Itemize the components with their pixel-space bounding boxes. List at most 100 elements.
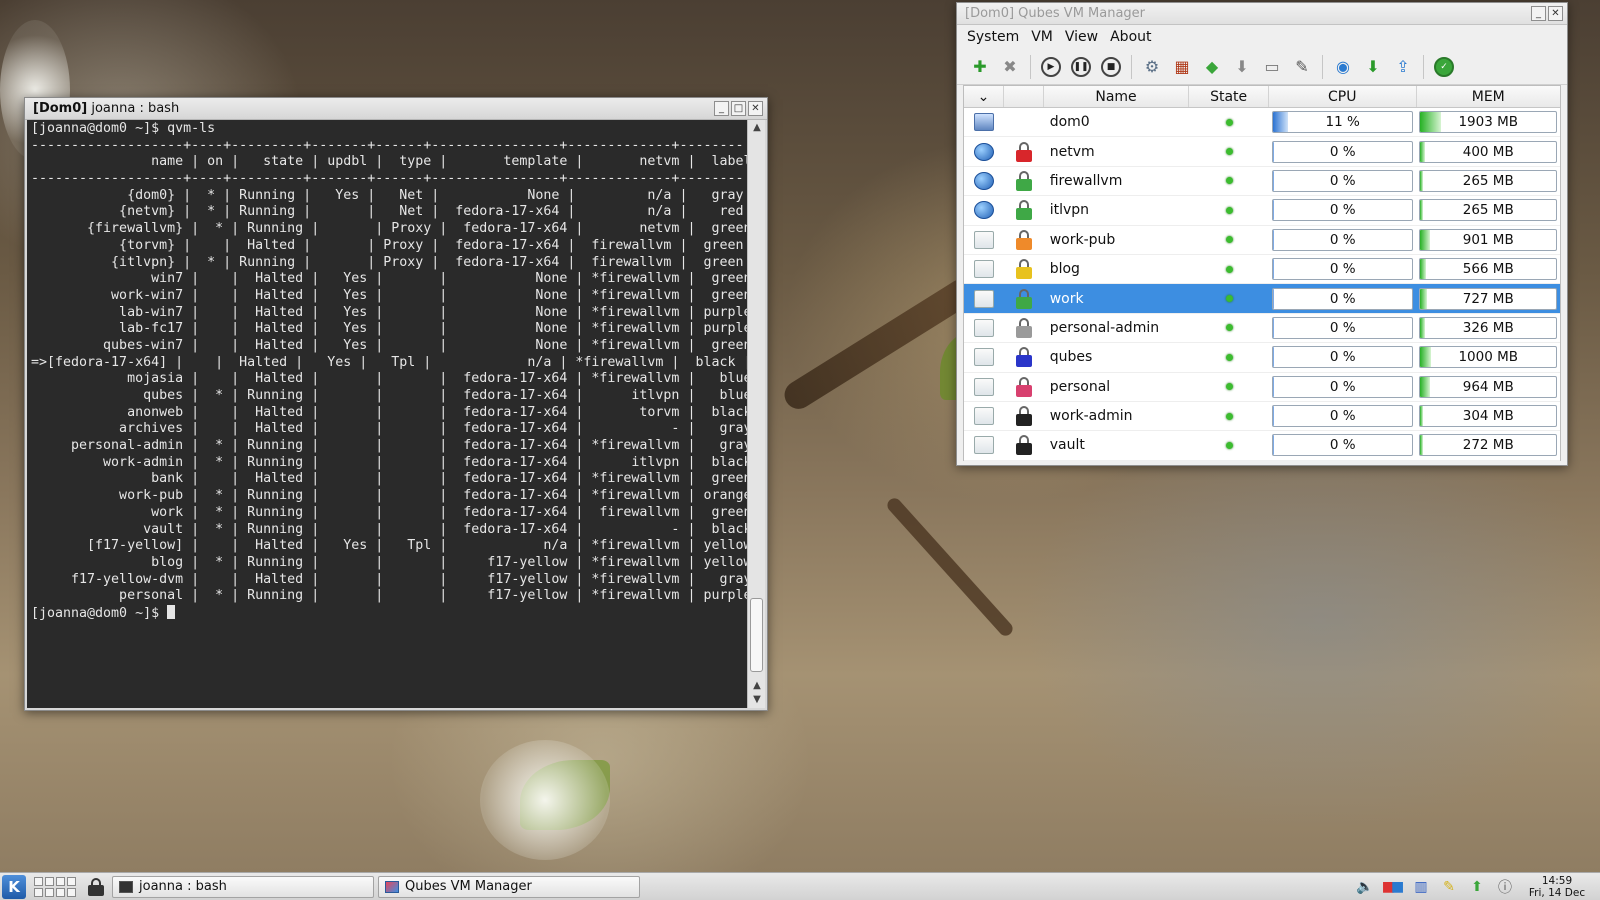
restore-backup-icon[interactable]: ⬇ xyxy=(1360,54,1386,80)
vm-row-personal[interactable]: personal 0 % 964 MB xyxy=(964,373,1560,402)
vm-type-cell xyxy=(964,201,1004,220)
menu-view[interactable]: View xyxy=(1059,25,1104,49)
terminal-line: {firewallvm} | * | Running | | Proxy | f… xyxy=(31,221,747,237)
run-command-icon[interactable]: ▭ xyxy=(1259,54,1285,80)
vm-mem-cell: 265 MB xyxy=(1416,169,1560,192)
menu-vm[interactable]: VM xyxy=(1025,25,1059,49)
column-header-name[interactable]: Name xyxy=(1044,86,1190,107)
vm-row-work[interactable]: work 0 % 727 MB xyxy=(964,284,1560,314)
desktop-pager[interactable] xyxy=(34,876,76,897)
taskbar-item-qubes-manager[interactable]: Qubes VM Manager xyxy=(378,875,640,898)
minimize-button[interactable]: _ xyxy=(1531,6,1546,21)
network-icon[interactable]: ■ ■ xyxy=(1382,878,1404,896)
maximize-button[interactable]: □ xyxy=(731,101,746,116)
qubes-vm-manager-window[interactable]: [Dom0] Qubes VM Manager _ ✕ System VM Vi… xyxy=(956,2,1568,466)
applications-icon[interactable]: ◆ xyxy=(1199,54,1225,80)
vm-label-cell xyxy=(1004,347,1044,368)
mem-usage-text: 272 MB xyxy=(1462,437,1514,454)
vm-state-cell xyxy=(1189,383,1269,391)
lock-screen-icon[interactable] xyxy=(88,877,104,896)
terminal-output[interactable]: [joanna@dom0 ~]$ qvm-ls -----------------… xyxy=(27,120,747,708)
close-button[interactable]: ✕ xyxy=(748,101,763,116)
mem-usage-bar: 265 MB xyxy=(1419,199,1557,222)
terminal-window[interactable]: [Dom0] joanna : bash _ □ ✕ [joanna@dom0 … xyxy=(24,97,768,711)
info-icon[interactable]: ⓘ xyxy=(1496,878,1514,896)
toolbar-separator xyxy=(1322,54,1323,79)
volume-icon[interactable]: 🔈 xyxy=(1356,878,1374,896)
vm-row-firewallvm[interactable]: firewallvm 0 % 265 MB xyxy=(964,167,1560,197)
mem-usage-bar: 566 MB xyxy=(1419,258,1557,281)
terminal-prompt: [joanna@dom0 ~]$ xyxy=(31,605,168,621)
cpu-usage-text: 0 % xyxy=(1329,143,1356,160)
running-status-icon xyxy=(1225,412,1233,420)
pager-desktop[interactable] xyxy=(67,887,76,897)
terminal-line: lab-win7 | | Halted | Yes | | None | *fi… xyxy=(31,304,747,320)
minimize-button[interactable]: _ xyxy=(714,101,729,116)
pager-desktop[interactable] xyxy=(56,876,65,886)
remove-vm-icon[interactable]: ✖ xyxy=(997,54,1023,80)
taskbar-item-terminal[interactable]: joanna : bash xyxy=(112,875,374,898)
vm-row-qubes[interactable]: qubes 0 % 1000 MB xyxy=(964,343,1560,373)
close-button[interactable]: ✕ xyxy=(1548,6,1563,21)
cpu-usage-bar: 0 % xyxy=(1271,258,1414,281)
column-header-lock[interactable] xyxy=(1004,86,1044,107)
pager-desktop[interactable] xyxy=(45,876,54,886)
vm-row-itlvpn[interactable]: itlvpn 0 % 265 MB xyxy=(964,196,1560,226)
firewall-icon[interactable]: ▦ xyxy=(1169,54,1195,80)
terminal-line: {torvm} | | Halted | | Proxy | fedora-17… xyxy=(31,237,747,253)
kde-menu-button[interactable]: K xyxy=(2,874,26,899)
sort-chevron-down-icon[interactable]: ⌄ xyxy=(964,86,1004,107)
cpu-usage-text: 0 % xyxy=(1329,378,1356,395)
running-status-icon xyxy=(1225,265,1233,273)
vm-row-blog[interactable]: blog 0 % 566 MB xyxy=(964,255,1560,285)
mem-usage-bar: 1903 MB xyxy=(1419,111,1557,134)
mem-usage-text: 566 MB xyxy=(1462,261,1514,278)
system-tray: 🔈 ■ ■ ▥ ✎ ⬆ ⓘ 14:59 Fri, 14 Dec xyxy=(1356,875,1600,899)
running-status-icon xyxy=(1225,148,1233,156)
vm-row-work-pub[interactable]: work-pub 0 % 901 MB xyxy=(964,226,1560,255)
update-notifier-icon[interactable]: ⬆ xyxy=(1468,878,1486,896)
terminal-scrollbar[interactable]: ▲ ▲ ▼ xyxy=(747,120,765,708)
running-status-icon xyxy=(1225,324,1233,332)
column-header-mem[interactable]: MEM xyxy=(1417,86,1561,107)
vm-row-vault[interactable]: vault 0 % 272 MB xyxy=(964,431,1560,461)
pager-desktop[interactable] xyxy=(34,876,43,886)
scrollbar-thumb[interactable] xyxy=(750,598,763,672)
column-header-cpu[interactable]: CPU xyxy=(1269,86,1417,107)
start-vm-icon[interactable]: ▶ xyxy=(1038,54,1064,80)
preferences-tools-icon[interactable]: ✎ xyxy=(1289,54,1315,80)
pager-desktop[interactable] xyxy=(56,887,65,897)
terminal-titlebar[interactable]: [Dom0] joanna : bash _ □ ✕ xyxy=(25,98,767,120)
stop-vm-icon[interactable]: ■ xyxy=(1098,54,1124,80)
appvm-window-icon xyxy=(973,348,994,367)
notes-icon[interactable]: ✎ xyxy=(1440,878,1458,896)
mem-usage-bar: 265 MB xyxy=(1419,169,1557,192)
backup-vms-icon[interactable]: ⇪ xyxy=(1390,54,1416,80)
toolbar-separator xyxy=(1030,54,1031,79)
menu-about[interactable]: About xyxy=(1104,25,1157,49)
vm-mem-cell: 727 MB xyxy=(1416,287,1560,310)
vm-row-work-admin[interactable]: work-admin 0 % 304 MB xyxy=(964,402,1560,432)
running-status-icon xyxy=(1225,118,1233,126)
clock[interactable]: 14:59 Fri, 14 Dec xyxy=(1524,875,1590,899)
update-vm-icon[interactable]: ⬇ xyxy=(1229,54,1255,80)
global-settings-icon[interactable]: ◉ xyxy=(1330,54,1356,80)
manager-titlebar[interactable]: [Dom0] Qubes VM Manager _ ✕ xyxy=(957,3,1567,25)
pause-vm-icon[interactable]: ❚❚ xyxy=(1068,54,1094,80)
create-vm-icon[interactable]: ✚ xyxy=(967,54,993,80)
scroll-up-arrow-icon[interactable]: ▲ xyxy=(748,120,766,136)
system-monitor-icon[interactable]: ▥ xyxy=(1412,878,1430,896)
column-header-state[interactable]: State xyxy=(1189,86,1269,107)
show-all-icon[interactable]: ✓ xyxy=(1431,54,1457,80)
vm-name: personal-admin xyxy=(1049,319,1160,336)
vm-row-netvm[interactable]: netvm 0 % 400 MB xyxy=(964,137,1560,167)
pager-desktop[interactable] xyxy=(45,887,54,897)
vm-state-cell xyxy=(1189,236,1269,244)
settings-gear-icon[interactable]: ⚙ xyxy=(1139,54,1165,80)
vm-row-dom0[interactable]: dom0 11 % 1903 MB xyxy=(964,108,1560,138)
scroll-down-arrow-icon[interactable]: ▼ xyxy=(748,692,766,708)
menu-system[interactable]: System xyxy=(961,25,1025,49)
pager-desktop[interactable] xyxy=(34,887,43,897)
pager-desktop[interactable] xyxy=(67,876,76,886)
vm-row-personal-admin[interactable]: personal-admin 0 % 326 MB xyxy=(964,314,1560,344)
